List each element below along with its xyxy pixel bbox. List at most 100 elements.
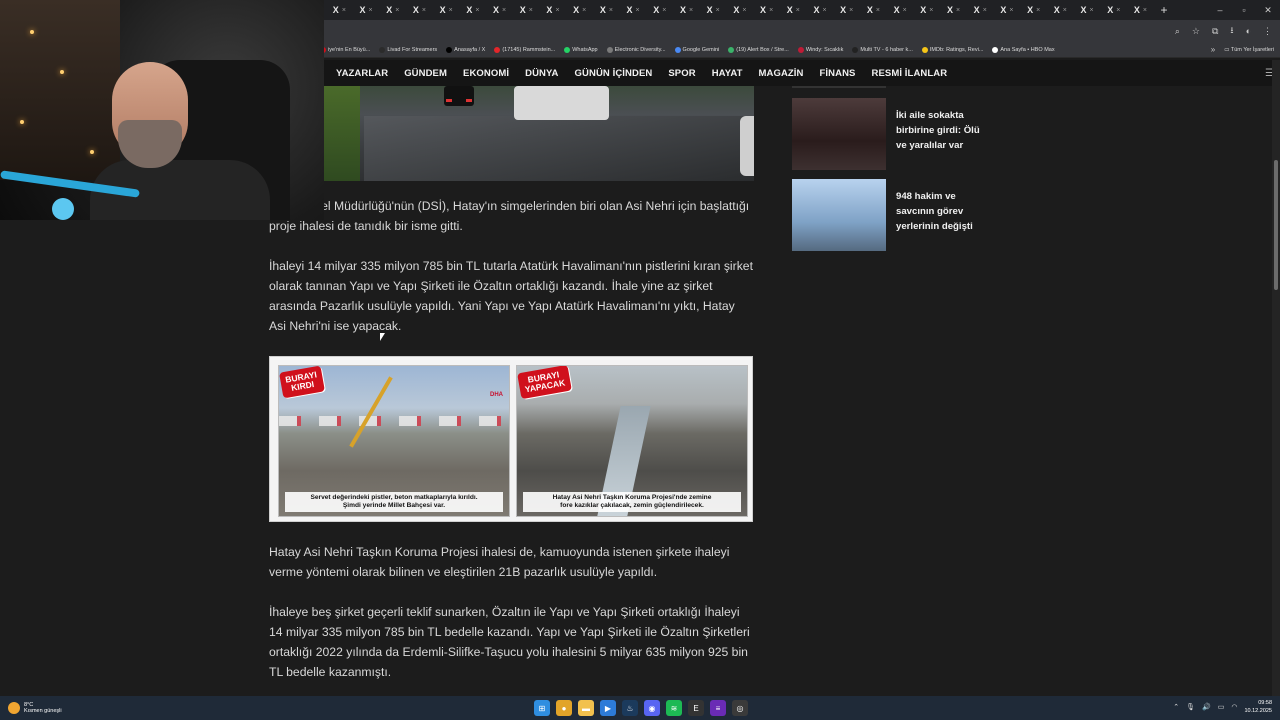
close-tab-icon[interactable]: × [662,7,666,14]
windows-icon[interactable]: ⊞ [534,700,550,716]
epic-icon[interactable]: E [688,700,704,716]
bookmark-item[interactable]: Electronic Diversity... [606,46,666,53]
extensions-icon[interactable]: ⧉ [1212,26,1218,37]
sleeves-icon[interactable]: ≡ [710,700,726,716]
close-tab-icon[interactable]: × [369,7,373,14]
bookmarks-overflow-button[interactable]: » [1211,45,1215,54]
close-tab-icon[interactable]: × [502,7,506,14]
browser-tab[interactable]: X × [540,2,567,18]
close-tab-icon[interactable]: × [1063,7,1067,14]
sidebar-item-title[interactable]: İki aile sokakta birbirine girdi: Ölü ve… [896,98,982,170]
close-tab-icon[interactable]: × [1090,7,1094,14]
spotify-icon[interactable]: ≋ [666,700,682,716]
browser-tab[interactable]: X × [727,2,754,18]
sidebar-item-news[interactable]: İki aile sokakta birbirine girdi: Ölü ve… [792,98,982,170]
close-tab-icon[interactable]: × [983,7,987,14]
browser-tab[interactable]: X × [780,2,807,18]
menu-icon[interactable]: ⋮ [1263,26,1272,37]
nav-item[interactable]: YAZARLAR [336,68,388,79]
browser-tab[interactable]: X × [1047,2,1074,18]
close-tab-icon[interactable]: × [529,7,533,14]
browser-tab[interactable]: X × [513,2,540,18]
speaker-icon[interactable]: 🔊 [1202,703,1211,711]
close-tab-icon[interactable]: × [1143,7,1147,14]
close-tab-icon[interactable]: × [903,7,907,14]
close-tab-icon[interactable]: × [929,7,933,14]
nav-item[interactable]: SPOR [668,68,695,79]
sidebar-item-partial[interactable] [792,86,982,90]
star-icon[interactable]: ☆ [1192,26,1200,37]
wifi-icon[interactable]: ◠ [1231,703,1237,711]
close-tab-icon[interactable]: × [822,7,826,14]
browser-tab[interactable]: X × [486,2,513,18]
browser-tab[interactable]: X × [833,2,860,18]
browser-tab[interactable]: X × [700,2,727,18]
discord-icon[interactable]: ◉ [644,700,660,716]
nav-item[interactable]: HAYAT [712,68,743,79]
nav-item[interactable]: DÜNYA [525,68,558,79]
nav-item[interactable]: FİNANS [820,68,856,79]
nav-item[interactable]: GÜNDEM [404,68,447,79]
chrome-icon[interactable]: ● [556,700,572,716]
close-window-button[interactable]: ✕ [1256,5,1280,16]
media-icon[interactable]: ▶ [600,700,616,716]
bookmark-item[interactable]: Windy: Sıcaklık [797,46,843,53]
close-tab-icon[interactable]: × [769,7,773,14]
browser-tab[interactable]: X × [673,2,700,18]
browser-tab[interactable]: X × [433,2,460,18]
browser-tab[interactable]: X × [353,2,380,18]
browser-tab[interactable]: X × [379,2,406,18]
nav-item[interactable]: RESMİ İLANLAR [871,68,947,79]
browser-tab[interactable]: X × [1074,2,1101,18]
browser-tab[interactable]: X × [860,2,887,18]
minimize-button[interactable]: – [1208,5,1232,16]
browser-tab[interactable]: X × [994,2,1021,18]
bookmark-item[interactable]: Multi TV - 6 haber k... [852,46,913,53]
close-tab-icon[interactable]: × [422,7,426,14]
close-tab-icon[interactable]: × [956,7,960,14]
browser-tab[interactable]: X × [326,2,353,18]
scrollbar-thumb[interactable] [1274,160,1278,290]
close-tab-icon[interactable]: × [449,7,453,14]
bookmark-item[interactable]: Ana Sayfa • HBO Max [992,46,1055,53]
clock[interactable]: 09:58 10.12.2025 [1244,699,1272,715]
bookmark-item[interactable]: (17145) Rammstein... [494,46,555,53]
browser-tab[interactable]: X × [940,2,967,18]
steam-icon[interactable]: ♨ [622,700,638,716]
nav-item[interactable]: EKONOMİ [463,68,509,79]
close-tab-icon[interactable]: × [716,7,720,14]
sidebar-item-title[interactable]: 948 hakim ve savcının görev yerlerinin d… [896,179,982,251]
browser-tab[interactable]: X × [1127,2,1154,18]
new-tab-button[interactable]: + [1154,3,1174,17]
sidebar-item-news[interactable]: 948 hakim ve savcının görev yerlerinin d… [792,179,982,251]
browser-tab[interactable]: X × [913,2,940,18]
folder-icon[interactable]: ▬ [578,700,594,716]
browser-tab[interactable]: X × [646,2,673,18]
close-tab-icon[interactable]: × [636,7,640,14]
browser-tab[interactable]: X × [753,2,780,18]
close-tab-icon[interactable]: × [796,7,800,14]
bookmark-item[interactable]: iye'nin En Büyü... [320,46,370,53]
browser-tab[interactable]: X × [887,2,914,18]
tray-chevron-icon[interactable]: ⌃ [1173,703,1179,711]
close-tab-icon[interactable]: × [849,7,853,14]
page-scrollbar[interactable] [1272,60,1280,696]
weather-widget[interactable]: 8°C Kısmen güneşli [0,702,140,714]
browser-tab[interactable]: X × [620,2,647,18]
close-tab-icon[interactable]: × [1036,7,1040,14]
close-tab-icon[interactable]: × [876,7,880,14]
close-tab-icon[interactable]: × [582,7,586,14]
bookmark-item[interactable]: Anasayfa / X [446,46,485,53]
close-tab-icon[interactable]: × [1116,7,1120,14]
bookmark-item[interactable]: (19) Alert Box / Stre... [728,46,789,53]
close-tab-icon[interactable]: × [555,7,559,14]
profile-icon[interactable]: ◐ [1246,26,1251,36]
bookmark-item[interactable]: Livad For Streamers [379,46,437,53]
browser-tab[interactable]: X × [1020,2,1047,18]
close-tab-icon[interactable]: × [475,7,479,14]
bookmark-item[interactable]: WhatsApp [564,46,598,53]
display-icon[interactable]: ▭ [1218,703,1225,711]
browser-tab[interactable]: X × [460,2,487,18]
downloads-icon[interactable]: ⭳ [1230,23,1233,39]
browser-tab[interactable]: X × [807,2,834,18]
